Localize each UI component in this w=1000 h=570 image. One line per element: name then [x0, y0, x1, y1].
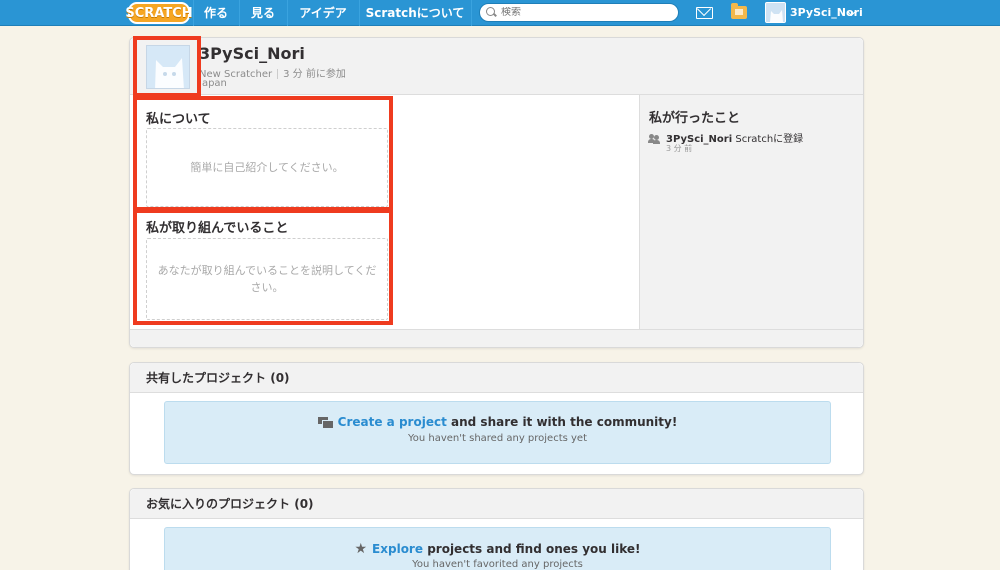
- cat-avatar-icon: [766, 3, 785, 22]
- working-on-placeholder: あなたが取り組んでいることを説明してください。: [157, 264, 377, 294]
- shared-projects-empty: Create a project and share it with the c…: [164, 401, 831, 464]
- favorite-projects-count: (0): [294, 497, 314, 511]
- shared-projects-message: Create a project and share it with the c…: [165, 415, 830, 429]
- nav-ideas[interactable]: アイデア: [287, 0, 359, 26]
- shared-projects-count: (0): [270, 371, 290, 385]
- favorite-projects-text: projects and find ones you like!: [427, 542, 641, 556]
- working-on-title: 私が取り組んでいること: [146, 221, 289, 236]
- shared-projects-sub: You haven't shared any projects yet: [407, 433, 588, 444]
- star-icon: ★: [354, 541, 368, 557]
- about-me-box[interactable]: 簡単に自己紹介してください。: [146, 128, 388, 207]
- top-nav-bar: SCRATCH 作る 見る アイデア Scratchについて 3PySci_No…: [0, 0, 1000, 26]
- info-divider: [277, 69, 279, 79]
- profile-username: 3PySci_Nori: [199, 44, 305, 63]
- profile-joined: 3 分 前に参加: [283, 69, 346, 80]
- activity-title: 私が行ったこと: [649, 111, 741, 126]
- activity-column: 私が行ったこと 3PySci_Nori Scratchに登録 3 分 前: [639, 95, 863, 329]
- nav-divider: [471, 0, 472, 26]
- search-input[interactable]: [501, 7, 671, 18]
- favorite-projects-sub: You haven't favorited any projects: [412, 559, 583, 570]
- activity-time: 3 分 前: [666, 144, 693, 153]
- profile-card: 3PySci_Nori New Scratcher 3 分 前に参加 Japan …: [129, 37, 864, 348]
- profile-footer: [130, 329, 863, 347]
- favorite-projects-title: お気に入りのプロジェクト: [146, 497, 291, 511]
- projects-icon: [317, 417, 334, 429]
- working-on-box[interactable]: あなたが取り組んでいることを説明してください。: [146, 238, 388, 320]
- nav-create[interactable]: 作る: [193, 0, 239, 26]
- profile-avatar[interactable]: [146, 45, 190, 89]
- messages-icon[interactable]: [696, 7, 713, 19]
- profile-country: Japan: [199, 78, 227, 89]
- create-project-link[interactable]: Create a project: [338, 415, 447, 429]
- shared-projects-text: and share it with the community!: [451, 415, 678, 429]
- cat-avatar-icon: [147, 46, 189, 88]
- nav-about[interactable]: Scratchについて: [359, 0, 471, 26]
- user-avatar[interactable]: [765, 2, 786, 23]
- nav-explore[interactable]: 見る: [239, 0, 287, 26]
- favorite-projects-message: ★ Explore projects and find ones you like…: [165, 541, 830, 557]
- favorite-projects-card: お気に入りのプロジェクト (0) ★ Explore projects and f…: [129, 488, 864, 570]
- shared-projects-title: 共有したプロジェクト: [146, 371, 267, 385]
- favorite-projects-empty: ★ Explore projects and find ones you like…: [164, 527, 831, 570]
- my-stuff-icon[interactable]: [731, 3, 747, 19]
- shared-projects-card: 共有したプロジェクト (0) Create a project and shar…: [129, 362, 864, 475]
- explore-link[interactable]: Explore: [372, 542, 423, 556]
- search-bar[interactable]: [479, 3, 679, 22]
- users-icon: [648, 134, 660, 144]
- search-icon: [486, 7, 497, 18]
- about-me-placeholder: 簡単に自己紹介してください。: [190, 161, 344, 174]
- about-me-title: 私について: [146, 112, 211, 127]
- profile-header: 3PySci_Nori New Scratcher 3 分 前に参加 Japan: [130, 38, 863, 95]
- shared-projects-header: 共有したプロジェクト (0): [130, 363, 863, 393]
- scratch-logo[interactable]: SCRATCH: [125, 2, 193, 24]
- favorite-projects-header: お気に入りのプロジェクト (0): [130, 489, 863, 519]
- activity-action: Scratchに登録: [735, 134, 804, 145]
